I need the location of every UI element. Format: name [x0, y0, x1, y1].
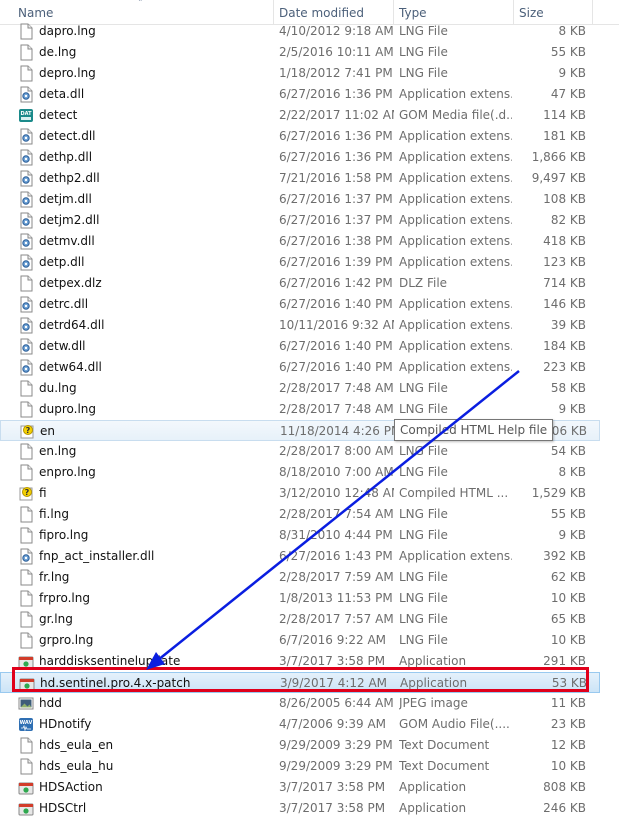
annotation-arrow: [146, 370, 520, 670]
arrow-line: [157, 370, 520, 661]
arrow-head-icon: [146, 652, 165, 670]
